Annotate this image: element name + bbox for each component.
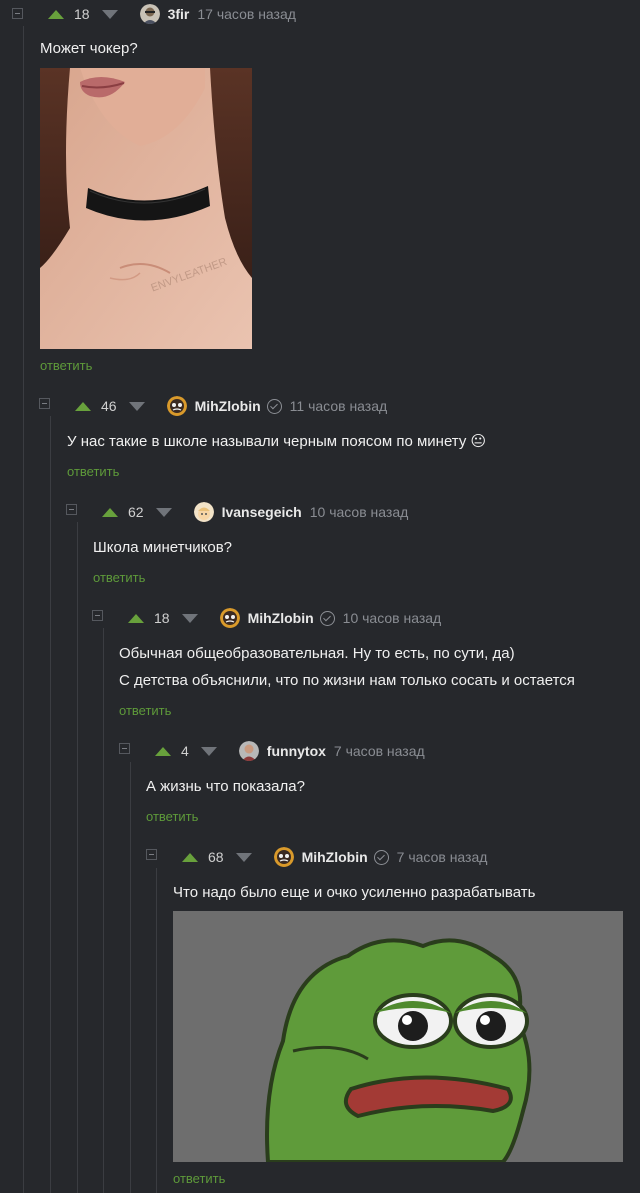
thread-line: [77, 522, 78, 1193]
downvote-icon[interactable]: [200, 746, 217, 756]
downvote-icon[interactable]: [181, 613, 198, 623]
collapse-button[interactable]: [12, 8, 23, 19]
collapse-button[interactable]: [39, 398, 50, 409]
verified-icon: [373, 849, 389, 865]
username[interactable]: MihZlobin: [248, 610, 314, 626]
reply-link[interactable]: ответить: [93, 570, 145, 585]
thread-line: [130, 762, 131, 1193]
username[interactable]: 3fir: [168, 6, 190, 22]
comment-text: Обычная общеобразовательная. Ну то есть,…: [119, 645, 515, 662]
comment-header: 4 funnytox 7 часов назад: [155, 740, 425, 762]
reply-link[interactable]: ответить: [119, 703, 171, 718]
collapse-button[interactable]: [66, 504, 77, 515]
comment-header: 62 Ivansegeich 10 часов назад: [102, 501, 408, 523]
username[interactable]: funnytox: [267, 743, 326, 759]
thread-line: [103, 628, 104, 1193]
comment-header: 68 MihZlobin 7 часов назад: [182, 846, 487, 868]
sad-frog-picture[interactable]: [173, 911, 623, 1162]
comment-header: 46 MihZlobin 11 часов назад: [75, 395, 387, 417]
timestamp: 11 часов назад: [289, 398, 388, 414]
comment-rating: 68: [208, 849, 224, 865]
upvote-icon[interactable]: [75, 401, 91, 411]
collapse-button[interactable]: [92, 610, 103, 621]
verified-icon: [266, 398, 282, 414]
comment-rating: 46: [101, 398, 117, 414]
comment-rating: 18: [74, 6, 90, 22]
avatar[interactable]: [273, 847, 294, 867]
username[interactable]: MihZlobin: [302, 849, 368, 865]
upvote-icon[interactable]: [102, 507, 118, 517]
username[interactable]: Ivansegeich: [222, 504, 302, 520]
comment-rating: 62: [128, 504, 144, 520]
timestamp: 7 часов назад: [396, 849, 488, 865]
comment-text: У нас такие в школе называли черным пояс…: [67, 433, 487, 450]
collapse-button[interactable]: [146, 849, 157, 860]
reply-link[interactable]: ответить: [40, 358, 92, 373]
downvote-icon[interactable]: [235, 852, 252, 862]
downvote-icon[interactable]: [155, 507, 172, 517]
verified-icon: [319, 610, 335, 626]
username[interactable]: MihZlobin: [195, 398, 261, 414]
upvote-icon[interactable]: [128, 613, 144, 623]
avatar[interactable]: [219, 608, 240, 628]
upvote-icon[interactable]: [155, 746, 171, 756]
comment-text: Школа минетчиков?: [93, 539, 233, 556]
thread-line: [156, 868, 157, 1193]
timestamp: 10 часов назад: [342, 610, 442, 626]
upvote-icon[interactable]: [48, 9, 64, 19]
choker-photo[interactable]: ENVYLEATHER: [40, 68, 252, 349]
comment-text: А жизнь что показала?: [146, 778, 305, 795]
avatar[interactable]: [238, 741, 259, 761]
downvote-icon[interactable]: [128, 401, 145, 411]
comment-header: 18 3fir 17 часов назад: [48, 3, 296, 25]
timestamp: 7 часов назад: [333, 743, 425, 759]
thread-line: [50, 416, 51, 1193]
thread-line: [23, 26, 24, 1193]
avatar[interactable]: [193, 502, 214, 522]
reply-link[interactable]: ответить: [173, 1171, 225, 1186]
reply-link[interactable]: ответить: [146, 809, 198, 824]
comment-rating: 18: [154, 610, 170, 626]
comment-text: С детства объяснили, что по жизни нам то…: [119, 672, 575, 689]
comment-rating: 4: [181, 743, 189, 759]
avatar[interactable]: [139, 4, 160, 24]
collapse-button[interactable]: [119, 743, 130, 754]
reply-link[interactable]: ответить: [67, 464, 119, 479]
downvote-icon[interactable]: [101, 9, 118, 19]
comment-text: Может чокер?: [40, 40, 138, 57]
timestamp: 10 часов назад: [309, 504, 409, 520]
timestamp: 17 часов назад: [197, 6, 296, 22]
comment-text: Что надо было еще и очко усиленно разраб…: [173, 884, 536, 901]
upvote-icon[interactable]: [182, 852, 198, 862]
comment-header: 18 MihZlobin 10 часов назад: [128, 607, 441, 629]
avatar[interactable]: [166, 396, 187, 416]
